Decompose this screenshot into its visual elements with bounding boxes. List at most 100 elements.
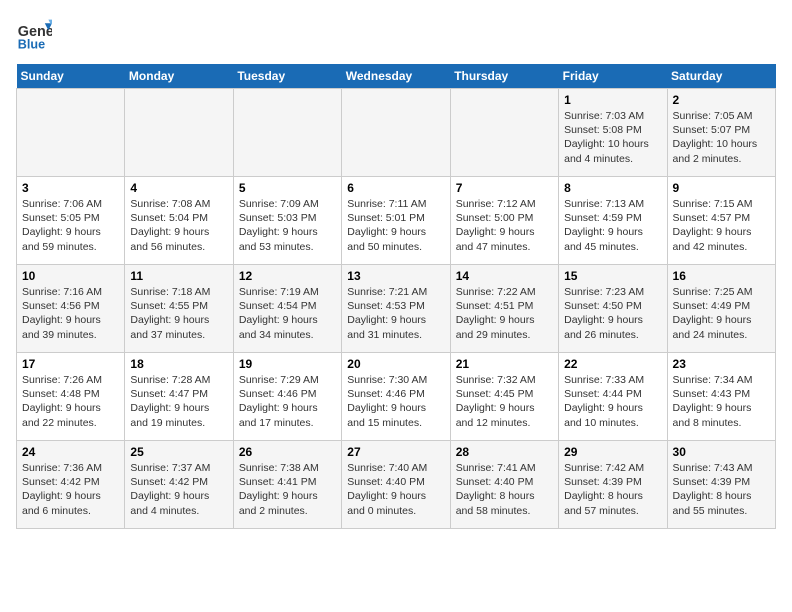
calendar-cell: 16 Sunrise: 7:25 AM Sunset: 4:49 PM Dayli… (667, 265, 775, 353)
calendar-cell: 23Sunrise: 7:34 AM Sunset: 4:43 PM Dayli… (667, 353, 775, 441)
day-info: Sunrise: 7:19 AM Sunset: 4:54 PM Dayligh… (239, 285, 336, 342)
day-info: Sunrise: 7:05 AM Sunset: 5:07 PM Dayligh… (673, 109, 770, 166)
logo-icon: General Blue (16, 16, 52, 52)
calendar-cell: 9 Sunrise: 7:15 AM Sunset: 4:57 PM Daylig… (667, 177, 775, 265)
calendar-cell (125, 89, 233, 177)
day-info: Sunrise: 7:11 AM Sunset: 5:01 PM Dayligh… (347, 197, 444, 254)
day-number: 19 (239, 357, 336, 371)
day-number: 7 (456, 181, 553, 195)
day-info: Sunrise: 7:30 AM Sunset: 4:46 PM Dayligh… (347, 373, 444, 430)
day-info: Sunrise: 7:09 AM Sunset: 5:03 PM Dayligh… (239, 197, 336, 254)
calendar-cell: 5 Sunrise: 7:09 AM Sunset: 5:03 PM Daylig… (233, 177, 341, 265)
day-number: 3 (22, 181, 119, 195)
logo: General Blue (16, 16, 56, 52)
calendar-cell: 25 Sunrise: 7:37 AM Sunset: 4:42 PM Dayli… (125, 441, 233, 529)
calendar-cell: 21 Sunrise: 7:32 AM Sunset: 4:45 PM Dayli… (450, 353, 558, 441)
calendar-cell (17, 89, 125, 177)
day-number: 4 (130, 181, 227, 195)
header-row: SundayMondayTuesdayWednesdayThursdayFrid… (17, 64, 776, 89)
calendar-cell: 30Sunrise: 7:43 AM Sunset: 4:39 PM Dayli… (667, 441, 775, 529)
day-info: Sunrise: 7:29 AM Sunset: 4:46 PM Dayligh… (239, 373, 336, 430)
day-info: Sunrise: 7:22 AM Sunset: 4:51 PM Dayligh… (456, 285, 553, 342)
calendar-table: SundayMondayTuesdayWednesdayThursdayFrid… (16, 64, 776, 529)
day-number: 9 (673, 181, 770, 195)
header-cell-friday: Friday (559, 64, 667, 89)
day-number: 27 (347, 445, 444, 459)
day-info: Sunrise: 7:06 AM Sunset: 5:05 PM Dayligh… (22, 197, 119, 254)
day-number: 14 (456, 269, 553, 283)
calendar-cell: 29Sunrise: 7:42 AM Sunset: 4:39 PM Dayli… (559, 441, 667, 529)
day-info: Sunrise: 7:43 AM Sunset: 4:39 PM Dayligh… (673, 461, 770, 518)
day-info: Sunrise: 7:33 AM Sunset: 4:44 PM Dayligh… (564, 373, 661, 430)
day-info: Sunrise: 7:26 AM Sunset: 4:48 PM Dayligh… (22, 373, 119, 430)
calendar-cell: 3 Sunrise: 7:06 AM Sunset: 5:05 PM Daylig… (17, 177, 125, 265)
day-number: 26 (239, 445, 336, 459)
day-number: 21 (456, 357, 553, 371)
header-cell-wednesday: Wednesday (342, 64, 450, 89)
week-row-5: 24 Sunrise: 7:36 AM Sunset: 4:42 PM Dayli… (17, 441, 776, 529)
day-number: 28 (456, 445, 553, 459)
day-number: 15 (564, 269, 661, 283)
calendar-cell: 7 Sunrise: 7:12 AM Sunset: 5:00 PM Daylig… (450, 177, 558, 265)
calendar-cell: 11Sunrise: 7:18 AM Sunset: 4:55 PM Dayli… (125, 265, 233, 353)
day-number: 22 (564, 357, 661, 371)
day-info: Sunrise: 7:18 AM Sunset: 4:55 PM Dayligh… (130, 285, 227, 342)
day-number: 5 (239, 181, 336, 195)
calendar-cell: 12 Sunrise: 7:19 AM Sunset: 4:54 PM Dayli… (233, 265, 341, 353)
calendar-cell: 14 Sunrise: 7:22 AM Sunset: 4:51 PM Dayli… (450, 265, 558, 353)
header: General Blue (16, 16, 776, 52)
header-cell-thursday: Thursday (450, 64, 558, 89)
calendar-cell: 24 Sunrise: 7:36 AM Sunset: 4:42 PM Dayli… (17, 441, 125, 529)
header-cell-sunday: Sunday (17, 64, 125, 89)
calendar-cell: 6Sunrise: 7:11 AM Sunset: 5:01 PM Daylig… (342, 177, 450, 265)
day-number: 2 (673, 93, 770, 107)
week-row-1: 1 Sunrise: 7:03 AM Sunset: 5:08 PM Daylig… (17, 89, 776, 177)
day-number: 8 (564, 181, 661, 195)
day-info: Sunrise: 7:36 AM Sunset: 4:42 PM Dayligh… (22, 461, 119, 518)
calendar-cell: 22 Sunrise: 7:33 AM Sunset: 4:44 PM Dayli… (559, 353, 667, 441)
calendar-cell: 19 Sunrise: 7:29 AM Sunset: 4:46 PM Dayli… (233, 353, 341, 441)
day-info: Sunrise: 7:13 AM Sunset: 4:59 PM Dayligh… (564, 197, 661, 254)
calendar-cell: 13Sunrise: 7:21 AM Sunset: 4:53 PM Dayli… (342, 265, 450, 353)
calendar-cell: 4Sunrise: 7:08 AM Sunset: 5:04 PM Daylig… (125, 177, 233, 265)
day-info: Sunrise: 7:12 AM Sunset: 5:00 PM Dayligh… (456, 197, 553, 254)
day-info: Sunrise: 7:32 AM Sunset: 4:45 PM Dayligh… (456, 373, 553, 430)
calendar-cell (233, 89, 341, 177)
day-number: 18 (130, 357, 227, 371)
calendar-cell: 20 Sunrise: 7:30 AM Sunset: 4:46 PM Dayli… (342, 353, 450, 441)
day-number: 29 (564, 445, 661, 459)
calendar-cell: 27 Sunrise: 7:40 AM Sunset: 4:40 PM Dayli… (342, 441, 450, 529)
day-info: Sunrise: 7:25 AM Sunset: 4:49 PM Dayligh… (673, 285, 770, 342)
day-number: 25 (130, 445, 227, 459)
calendar-cell: 8 Sunrise: 7:13 AM Sunset: 4:59 PM Daylig… (559, 177, 667, 265)
day-number: 17 (22, 357, 119, 371)
calendar-cell (342, 89, 450, 177)
day-number: 23 (673, 357, 770, 371)
day-info: Sunrise: 7:28 AM Sunset: 4:47 PM Dayligh… (130, 373, 227, 430)
day-number: 12 (239, 269, 336, 283)
svg-text:Blue: Blue (18, 37, 45, 51)
calendar-cell: 1 Sunrise: 7:03 AM Sunset: 5:08 PM Daylig… (559, 89, 667, 177)
day-info: Sunrise: 7:16 AM Sunset: 4:56 PM Dayligh… (22, 285, 119, 342)
calendar-cell: 26 Sunrise: 7:38 AM Sunset: 4:41 PM Dayli… (233, 441, 341, 529)
header-cell-saturday: Saturday (667, 64, 775, 89)
day-info: Sunrise: 7:03 AM Sunset: 5:08 PM Dayligh… (564, 109, 661, 166)
day-number: 1 (564, 93, 661, 107)
day-info: Sunrise: 7:23 AM Sunset: 4:50 PM Dayligh… (564, 285, 661, 342)
day-info: Sunrise: 7:38 AM Sunset: 4:41 PM Dayligh… (239, 461, 336, 518)
week-row-4: 17 Sunrise: 7:26 AM Sunset: 4:48 PM Dayli… (17, 353, 776, 441)
day-info: Sunrise: 7:37 AM Sunset: 4:42 PM Dayligh… (130, 461, 227, 518)
day-number: 16 (673, 269, 770, 283)
day-number: 10 (22, 269, 119, 283)
week-row-3: 10 Sunrise: 7:16 AM Sunset: 4:56 PM Dayli… (17, 265, 776, 353)
calendar-cell: 18 Sunrise: 7:28 AM Sunset: 4:47 PM Dayli… (125, 353, 233, 441)
header-cell-tuesday: Tuesday (233, 64, 341, 89)
calendar-cell (450, 89, 558, 177)
day-info: Sunrise: 7:15 AM Sunset: 4:57 PM Dayligh… (673, 197, 770, 254)
day-number: 24 (22, 445, 119, 459)
header-cell-monday: Monday (125, 64, 233, 89)
day-number: 20 (347, 357, 444, 371)
calendar-cell: 28Sunrise: 7:41 AM Sunset: 4:40 PM Dayli… (450, 441, 558, 529)
day-info: Sunrise: 7:40 AM Sunset: 4:40 PM Dayligh… (347, 461, 444, 518)
calendar-body: 1 Sunrise: 7:03 AM Sunset: 5:08 PM Daylig… (17, 89, 776, 529)
